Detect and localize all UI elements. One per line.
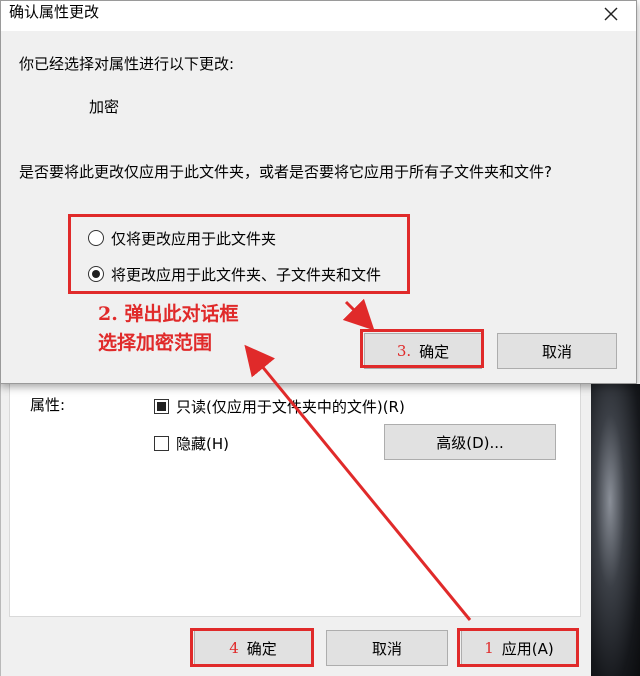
dialog-question-text: 是否要将此更改仅应用于此文件夹，或者是否要将它应用于所有子文件夹和文件? bbox=[19, 163, 552, 181]
properties-ok-highlight bbox=[190, 628, 314, 667]
dialog-ok-highlight bbox=[360, 329, 484, 368]
advanced-button[interactable]: 高级(D)... bbox=[384, 424, 556, 460]
dialog-title: 确认属性更改 bbox=[9, 3, 100, 21]
step2-annotation-line1: 2. 弹出此对话框 bbox=[98, 303, 239, 325]
properties-cancel-button[interactable]: 取消 bbox=[326, 630, 448, 666]
general-tab-panel: 属性: 只读(仅应用于文件夹中的文件)(R) 隐藏(H) 高级(D)... bbox=[9, 384, 581, 617]
confirm-attribute-changes-dialog: 确认属性更改 你已经选择对属性进行以下更改: 加密 是否要将此更改仅应用于此文件… bbox=[0, 0, 637, 384]
change-item-text: 加密 bbox=[89, 98, 120, 116]
scope-options-highlight bbox=[68, 214, 410, 294]
readonly-checkbox[interactable] bbox=[154, 399, 169, 414]
dialog-cancel-button[interactable]: 取消 bbox=[497, 333, 617, 369]
dialog-intro-text: 你已经选择对属性进行以下更改: bbox=[19, 55, 235, 73]
step2-annotation-line2: 选择加密范围 bbox=[98, 332, 213, 354]
dialog-titlebar: 确认属性更改 bbox=[1, 1, 636, 31]
apply-highlight bbox=[457, 628, 579, 667]
readonly-label[interactable]: 只读(仅应用于文件夹中的文件)(R) bbox=[176, 396, 405, 417]
desktop-background bbox=[590, 384, 640, 676]
hidden-checkbox[interactable] bbox=[154, 436, 169, 451]
close-icon[interactable] bbox=[600, 3, 622, 25]
attributes-label: 属性: bbox=[30, 396, 66, 414]
hidden-label[interactable]: 隐藏(H) bbox=[176, 433, 229, 454]
